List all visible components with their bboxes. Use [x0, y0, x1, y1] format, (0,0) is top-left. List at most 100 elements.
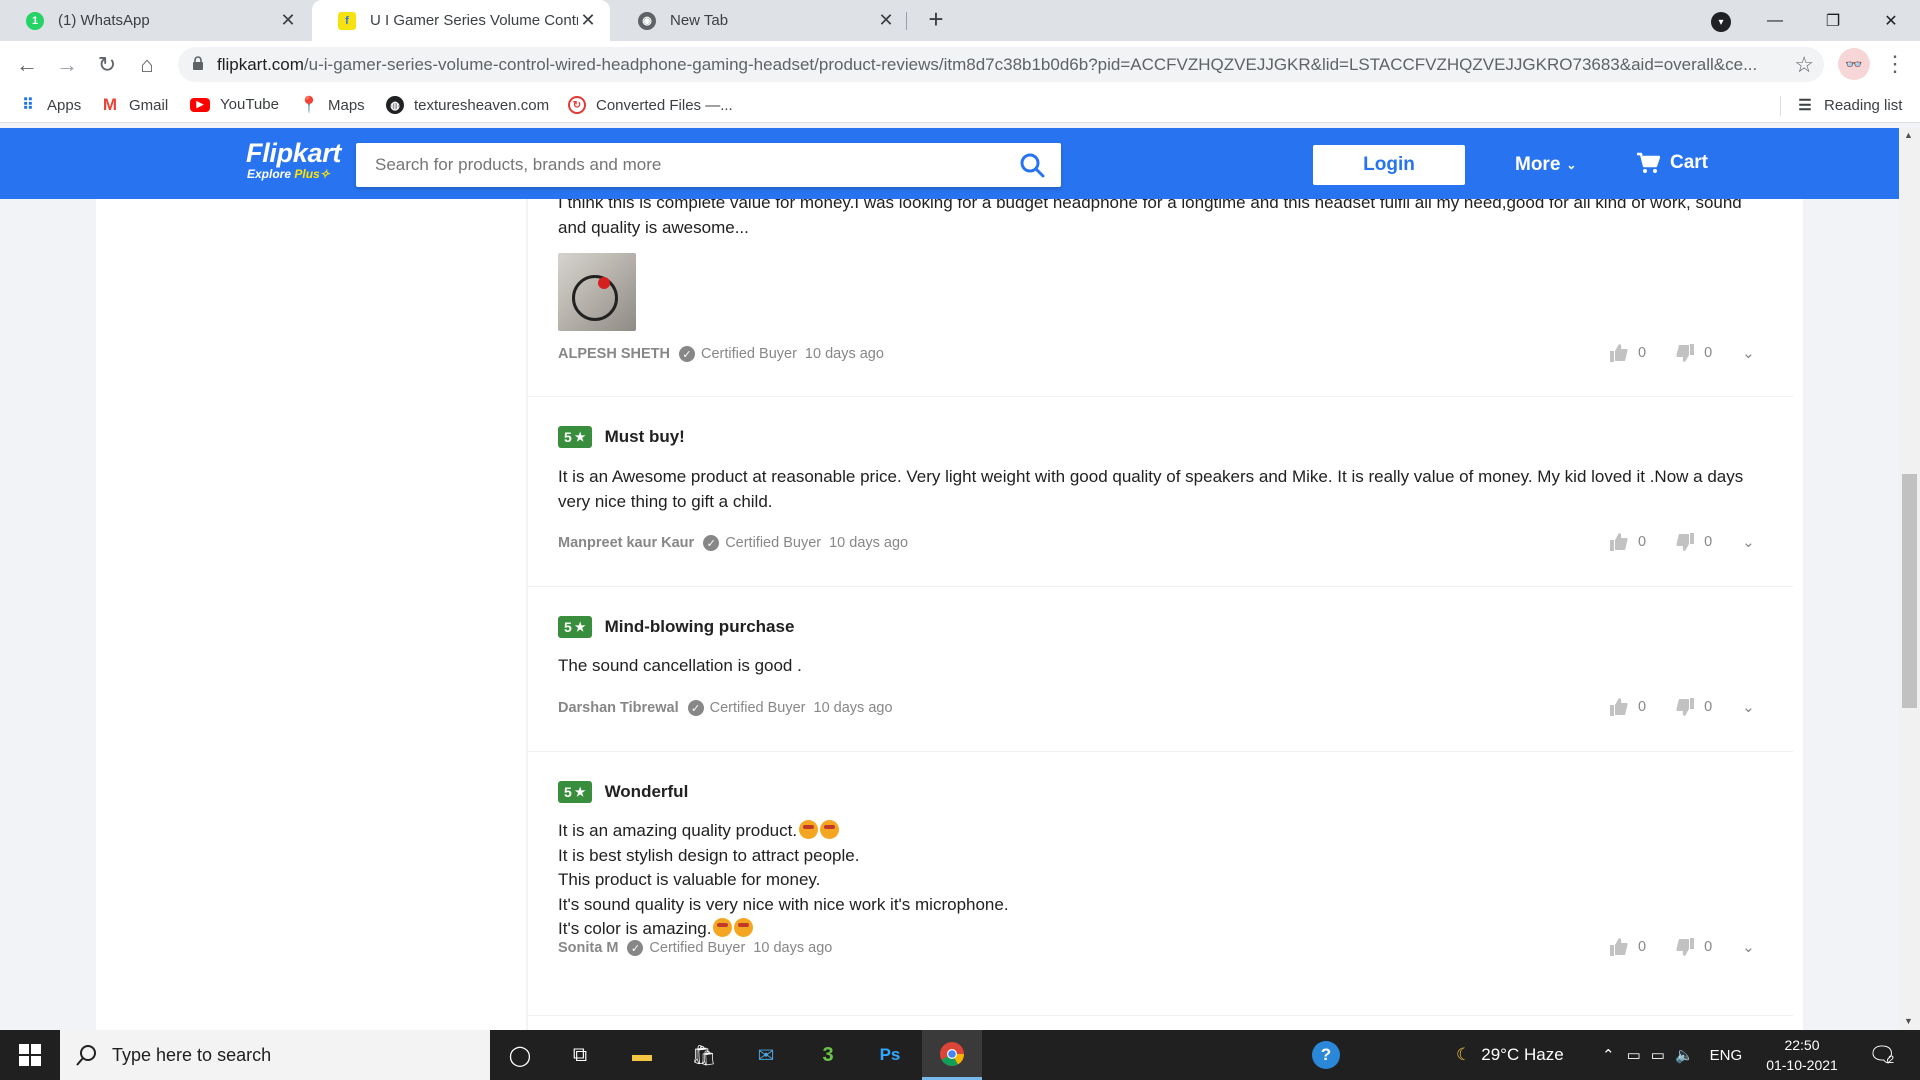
close-icon[interactable]: ✕ — [578, 10, 598, 31]
dislike-button[interactable]: 0 — [1676, 938, 1712, 956]
review-date: 10 days ago — [753, 940, 833, 956]
close-icon[interactable]: ✕ — [876, 10, 896, 31]
review-photo-thumbnail[interactable] — [558, 253, 636, 331]
browser-menu-icon[interactable]: ⋮ — [1884, 51, 1906, 77]
tab-flipkart-product[interactable]: f U I Gamer Series Volume Control ✕ — [312, 0, 610, 41]
help-icon[interactable]: ? — [1312, 1030, 1340, 1080]
review-body: It is an amazing quality product. It is … — [558, 819, 1768, 942]
chevron-up-icon[interactable]: ⌃ — [1602, 1046, 1615, 1064]
scroll-up-arrow-icon[interactable]: ▲ — [1904, 130, 1913, 140]
tab-new-tab[interactable]: ◉ New Tab ✕ — [612, 0, 908, 41]
taskbar-search-input[interactable] — [112, 1044, 472, 1066]
url-text[interactable]: flipkart.com/u-i-gamer-series-volume-con… — [217, 55, 1767, 75]
bookmark-gmail[interactable]: M Gmail — [101, 95, 168, 114]
mail-icon[interactable]: ✉ — [736, 1030, 796, 1080]
back-arrow-icon[interactable]: ← — [12, 50, 42, 80]
chrome-taskbar-icon[interactable] — [922, 1030, 982, 1080]
scrollbar-thumb[interactable] — [1902, 474, 1917, 708]
reading-list-button[interactable]: ☰ Reading list — [1796, 96, 1902, 115]
url-path: /u-i-gamer-series-volume-control-wired-h… — [303, 55, 1758, 74]
review-body: It is an Awesome product at reasonable p… — [558, 465, 1768, 514]
review-meta: Darshan Tibrewal ✓ Certified Buyer 10 da… — [558, 700, 893, 716]
photoshop-icon[interactable]: Ps — [860, 1030, 920, 1080]
flipkart-logo[interactable]: Flipkart Explore Plus✧ — [246, 138, 341, 181]
volume-icon[interactable]: 🔈 — [1675, 1046, 1694, 1064]
page-scrollbar[interactable]: ▲ ▼ — [1899, 128, 1920, 1030]
taskbar-clock[interactable]: 22:50 01-10-2021 — [1762, 1035, 1842, 1075]
review-text-line: I think this is complete value for money… — [558, 199, 1742, 212]
bookmark-star-icon[interactable]: ☆ — [1794, 52, 1814, 78]
more-menu[interactable]: More ⌄ — [1515, 154, 1576, 176]
language-indicator[interactable]: ENG — [1710, 1047, 1743, 1064]
bookmark-youtube[interactable]: ▶ YouTube — [190, 96, 279, 113]
dislike-count: 0 — [1704, 534, 1713, 550]
review-text: It's color is amazing. — [558, 919, 712, 938]
bookmark-converted-files[interactable]: ↻ Converted Files —... — [568, 96, 733, 114]
close-icon[interactable]: ✕ — [278, 10, 298, 31]
bookmark-texturesheaven[interactable]: ◍ texturesheaven.com — [386, 96, 549, 114]
battery-icon[interactable]: ▭ — [1651, 1046, 1665, 1064]
review-title: Must buy! — [604, 427, 685, 446]
notifications-button[interactable]: 🗨 2 — [1868, 1030, 1896, 1080]
network-icon[interactable]: ▭ — [1627, 1046, 1641, 1064]
scroll-down-arrow-icon[interactable]: ▼ — [1904, 1016, 1913, 1026]
dislike-count: 0 — [1704, 939, 1713, 955]
flipkart-header: Flipkart Explore Plus✧ Login More ⌄ Cart — [0, 128, 1899, 199]
tab-search-icon[interactable]: ▾ — [1711, 12, 1731, 32]
address-bar[interactable]: flipkart.com/u-i-gamer-series-volume-con… — [178, 47, 1824, 82]
review-meta: Manpreet kaur Kaur ✓ Certified Buyer 10 … — [558, 535, 908, 551]
gmail-icon: M — [102, 95, 118, 114]
window-close-button[interactable]: ✕ — [1868, 0, 1914, 41]
more-label: More — [1515, 154, 1561, 175]
thumbs-down-icon — [1676, 698, 1695, 716]
chevron-down-icon[interactable]: ⌄ — [1742, 698, 1755, 716]
chevron-down-icon[interactable]: ⌄ — [1742, 938, 1755, 956]
microsoft-store-icon[interactable]: 🛍 — [674, 1030, 734, 1080]
dislike-button[interactable]: 0 — [1676, 698, 1712, 716]
dislike-button[interactable]: 0 — [1676, 344, 1712, 362]
forward-arrow-icon[interactable]: → — [52, 50, 82, 80]
search-icon[interactable] — [1019, 152, 1045, 178]
new-tab-button[interactable]: + — [922, 6, 950, 34]
restore-button[interactable]: ❐ — [1810, 0, 1856, 41]
review-body: The sound cancellation is good . — [558, 654, 1768, 679]
3d-viewer-icon[interactable]: 3 — [798, 1030, 858, 1080]
reload-icon[interactable]: ↻ — [92, 50, 122, 80]
review-date: 10 days ago — [813, 700, 893, 716]
bookmark-maps[interactable]: 📍 Maps — [299, 96, 365, 115]
chevron-down-icon[interactable]: ⌄ — [1742, 533, 1755, 551]
weather-widget[interactable]: ☾ 29°C Haze — [1456, 1030, 1564, 1080]
review-text: It is an amazing quality product. — [558, 821, 798, 840]
certified-buyer-label: Certified Buyer — [649, 940, 746, 956]
tab-title: U I Gamer Series Volume Control — [370, 12, 578, 29]
task-view-icon[interactable]: ⧉ — [550, 1030, 610, 1080]
heart-eyes-emoji-icon — [713, 918, 733, 937]
cortana-icon[interactable]: ◯ — [490, 1030, 550, 1080]
profile-avatar[interactable]: 👓 — [1838, 48, 1870, 80]
login-button[interactable]: Login — [1313, 145, 1465, 185]
start-button[interactable] — [0, 1030, 60, 1080]
review-title: Wonderful — [604, 782, 689, 801]
minimize-button[interactable]: — — [1752, 0, 1798, 41]
file-explorer-icon[interactable]: ▬ — [612, 1030, 672, 1080]
rating-value: 5 — [564, 429, 572, 445]
chevron-down-icon[interactable]: ⌄ — [1742, 344, 1755, 362]
search-input[interactable] — [356, 143, 996, 187]
like-button[interactable]: 0 — [1610, 698, 1646, 716]
like-button[interactable]: 0 — [1610, 344, 1646, 362]
star-icon: ★ — [574, 785, 586, 799]
like-button[interactable]: 0 — [1610, 533, 1646, 551]
system-tray[interactable]: ⌃ ▭ ▭ 🔈 ENG — [1602, 1030, 1742, 1080]
cart-button[interactable]: Cart — [1636, 152, 1708, 174]
lock-icon[interactable] — [192, 56, 204, 71]
taskbar-search[interactable] — [60, 1030, 490, 1080]
dislike-count: 0 — [1704, 345, 1713, 361]
dislike-button[interactable]: 0 — [1676, 533, 1712, 551]
bookmark-label: texturesheaven.com — [414, 96, 550, 114]
bookmark-apps[interactable]: ⠿ Apps — [19, 96, 81, 115]
maps-icon: 📍 — [299, 97, 319, 114]
like-button[interactable]: 0 — [1610, 938, 1646, 956]
home-icon[interactable]: ⌂ — [132, 50, 162, 80]
tab-whatsapp[interactable]: 1 (1) WhatsApp ✕ — [0, 0, 310, 41]
rating-badge: 5 ★ — [558, 781, 592, 803]
